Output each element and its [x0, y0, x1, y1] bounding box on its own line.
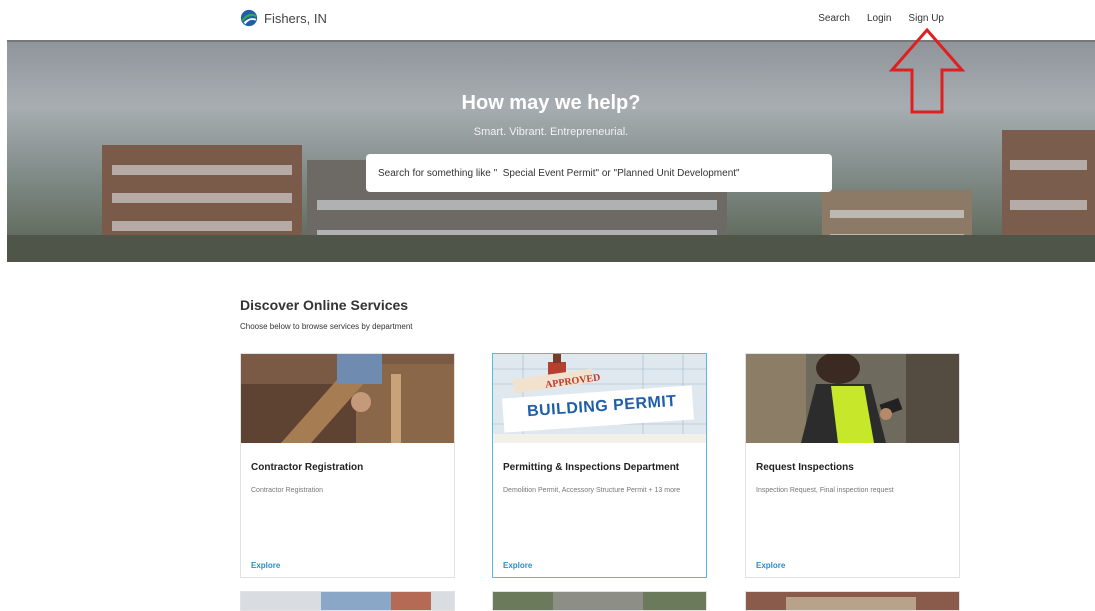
- discover-title: Discover Online Services: [240, 297, 409, 313]
- hero-street: [7, 235, 1095, 262]
- service-card-row2-2[interactable]: [492, 591, 707, 611]
- service-card-contractor-registration[interactable]: Contractor Registration Contractor Regis…: [240, 353, 455, 578]
- card-description: Demolition Permit, Accessory Structure P…: [503, 487, 681, 494]
- service-card-row2-1[interactable]: [240, 591, 455, 611]
- discover-subtitle: Choose below to browse services by depar…: [240, 322, 413, 331]
- nav-signup-link[interactable]: Sign Up: [908, 13, 944, 24]
- card-title: Request Inspections: [756, 462, 854, 473]
- card-title: Permitting & Inspections Department: [503, 462, 680, 473]
- hero-search-input[interactable]: [366, 154, 832, 192]
- hero-subtitle: Smart. Vibrant. Entrepreneurial.: [473, 126, 629, 138]
- fishers-logo-icon: [240, 9, 258, 27]
- card-explore-link[interactable]: Explore: [756, 561, 785, 570]
- card-explore-link[interactable]: Explore: [251, 561, 280, 570]
- brand[interactable]: Fishers, IN: [240, 9, 327, 27]
- nav-login-link[interactable]: Login: [867, 13, 891, 24]
- card-description: Inspection Request, Final inspection req…: [756, 487, 894, 494]
- card-image-building-permit: APPROVED BUILDING PERMIT: [493, 354, 706, 443]
- service-card-permitting-inspections[interactable]: APPROVED BUILDING PERMIT Permitting & In…: [492, 353, 707, 578]
- card-description: Contractor Registration: [251, 487, 323, 494]
- card-title: Contractor Registration: [251, 462, 364, 473]
- card-image-inspector: [746, 354, 959, 443]
- card-image-contractor: [241, 354, 454, 443]
- service-card-row2-3[interactable]: [745, 591, 960, 611]
- card-explore-link[interactable]: Explore: [503, 561, 532, 570]
- service-card-request-inspections[interactable]: Request Inspections Inspection Request, …: [745, 353, 960, 578]
- nav-links: Search Login Sign Up: [818, 13, 944, 24]
- nav-search-link[interactable]: Search: [818, 13, 850, 24]
- brand-name: Fishers, IN: [264, 10, 327, 26]
- red-up-arrow-annotation: [889, 27, 965, 114]
